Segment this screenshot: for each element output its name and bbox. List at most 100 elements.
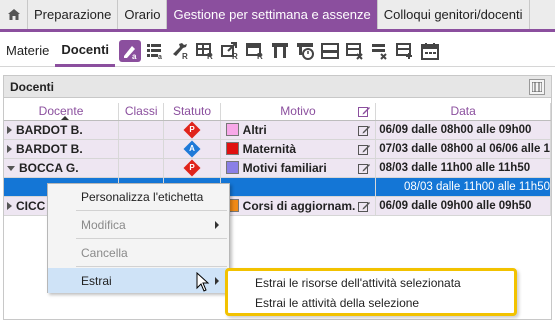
cell-data: 06/09 dalle 08h00 alle 09h00 bbox=[375, 120, 551, 140]
cell-motivo: Motivi familiari bbox=[220, 158, 377, 178]
menu-item-personalizza-etichetta[interactable]: Personalizza l'etichetta bbox=[48, 184, 229, 209]
calendar-icon bbox=[421, 42, 440, 60]
docente-name: BARDOT B. bbox=[16, 122, 83, 137]
cell-classi bbox=[118, 139, 165, 159]
table-plus-button[interactable] bbox=[394, 40, 416, 62]
list-icon: a bbox=[147, 43, 162, 60]
column-header-classi[interactable]: Classi bbox=[118, 103, 165, 121]
home-button[interactable] bbox=[0, 0, 28, 29]
edit-label-icon: a bbox=[124, 45, 137, 60]
status-diamond-icon: A bbox=[183, 140, 201, 157]
cell-docente: BARDOT B. bbox=[4, 120, 120, 140]
cell-data: 06/09 dalle 09h00 alle 09h50 bbox=[375, 196, 551, 216]
docente-name: BARDOT B. bbox=[16, 141, 83, 156]
menu-separator bbox=[76, 238, 227, 239]
collapse-arrow-icon[interactable] bbox=[7, 165, 15, 171]
grid-delete-icon bbox=[346, 42, 363, 60]
table-x-button[interactable] bbox=[369, 40, 391, 62]
sort-ascending-icon bbox=[61, 115, 70, 120]
top-navigation: Preparazione Orario Gestione per settima… bbox=[0, 0, 555, 32]
menu-item-cancella[interactable]: Cancella bbox=[48, 240, 229, 265]
table-row[interactable]: BARDOT B. P Altri 06/09 dalle 08h00 alle 09… bbox=[4, 120, 551, 140]
table-row[interactable]: BARDOT B. A Maternità 07/03 dalle 08h00 al … bbox=[4, 139, 551, 159]
table-plus-icon bbox=[396, 42, 413, 59]
home-icon bbox=[7, 9, 20, 20]
tab-materie[interactable]: Materie bbox=[0, 35, 55, 67]
table-r-icon: R bbox=[246, 42, 263, 60]
svg-text:a: a bbox=[132, 52, 137, 60]
table-x-icon bbox=[372, 43, 387, 60]
panel-options-button[interactable] bbox=[529, 79, 545, 95]
edit-label-button[interactable]: a bbox=[119, 39, 142, 62]
svg-text:R: R bbox=[182, 52, 188, 60]
menu-item-estrai-risorse[interactable]: Estrai le risorse dell'attività selezion… bbox=[228, 273, 514, 293]
motivo-color-swatch bbox=[225, 142, 239, 156]
grid-r-icon: R bbox=[196, 42, 213, 60]
columns-icon bbox=[532, 82, 542, 92]
column-header-data[interactable]: Data bbox=[375, 103, 551, 121]
export-r-button[interactable]: R bbox=[219, 40, 241, 62]
svg-text:R: R bbox=[232, 52, 238, 60]
mouse-cursor-icon bbox=[196, 272, 210, 292]
grid-r-button[interactable]: R bbox=[194, 40, 216, 62]
menu-separator bbox=[76, 210, 227, 211]
tab-docenti[interactable]: Docenti bbox=[55, 35, 116, 67]
menu-separator bbox=[76, 266, 227, 267]
column-filter-button[interactable] bbox=[269, 40, 291, 62]
expand-arrow-icon[interactable] bbox=[7, 145, 12, 154]
wrench-r-button[interactable]: R bbox=[169, 40, 191, 62]
expand-arrow-icon[interactable] bbox=[7, 126, 12, 135]
edit-icon[interactable] bbox=[358, 143, 371, 156]
motivo-label: Maternità bbox=[242, 141, 297, 156]
motivo-color-swatch bbox=[225, 123, 239, 137]
cell-motivo: Corsi di aggiornam. bbox=[220, 196, 377, 216]
tab-colloqui-genitori-docenti[interactable]: Colloqui genitori/docenti bbox=[378, 0, 530, 29]
split-row-button[interactable] bbox=[319, 40, 341, 62]
status-diamond-icon: P bbox=[183, 159, 201, 176]
motivo-label: Altri bbox=[242, 122, 267, 137]
tab-gestione-settimana-assenze[interactable]: Gestione per settimana e assenze bbox=[167, 0, 378, 29]
column-header-motivo[interactable]: Motivo bbox=[220, 103, 377, 121]
edit-icon[interactable] bbox=[358, 124, 371, 137]
edit-icon[interactable] bbox=[358, 105, 371, 118]
menu-item-estrai-label: Estrai bbox=[81, 273, 112, 288]
tab-orario[interactable]: Orario bbox=[118, 0, 168, 29]
column-filter-icon bbox=[272, 42, 289, 58]
split-row-icon bbox=[321, 42, 340, 59]
svg-text:R: R bbox=[207, 52, 213, 60]
sub-navigation: Materie Docenti a a R R R R bbox=[0, 35, 555, 67]
cell-data: 08/03 dalle 11h00 alle 11h50 bbox=[375, 177, 551, 197]
cell-docente: BOCCA G. bbox=[4, 158, 120, 178]
menu-item-estrai-attivita[interactable]: Estrai le attività della selezione bbox=[228, 293, 514, 313]
motivo-label: Motivi familiari bbox=[242, 160, 327, 175]
calendar-button[interactable] bbox=[419, 40, 441, 62]
edit-icon[interactable] bbox=[358, 200, 371, 213]
column-header-statuto[interactable]: Statuto bbox=[163, 103, 221, 121]
estrai-submenu: Estrai le risorse dell'attività selezion… bbox=[225, 268, 517, 316]
grid-delete-button[interactable] bbox=[344, 40, 366, 62]
svg-text:a: a bbox=[158, 54, 162, 60]
list-button[interactable]: a bbox=[144, 40, 166, 62]
submenu-arrow-icon bbox=[215, 221, 219, 229]
cell-data: 07/03 dalle 08h00 al 06/06 alle 1 bbox=[375, 139, 551, 159]
cell-motivo: Maternità bbox=[220, 139, 377, 159]
table-row[interactable]: BOCCA G. P Motivi familiari 08/03 dalle 11h… bbox=[4, 158, 551, 178]
column-header-docente[interactable]: Docente bbox=[4, 103, 120, 121]
edit-icon[interactable] bbox=[358, 162, 371, 175]
timer-icon bbox=[297, 42, 315, 60]
toolbar: a a R R R R bbox=[119, 39, 441, 62]
table-r-button[interactable]: R bbox=[244, 40, 266, 62]
menu-item-modifica-label: Modifica bbox=[81, 217, 126, 232]
submenu-arrow-icon bbox=[215, 277, 219, 285]
cell-statuto: P bbox=[163, 120, 221, 140]
expand-arrow-icon[interactable] bbox=[7, 202, 12, 211]
docente-name: BOCCA G. bbox=[19, 160, 79, 175]
menu-item-modifica[interactable]: Modifica bbox=[48, 212, 229, 237]
wrench-r-icon: R bbox=[173, 42, 188, 60]
timer-button[interactable] bbox=[294, 40, 316, 62]
table-header-row: Docente Classi Statuto Motivo Data bbox=[4, 103, 551, 121]
cell-classi bbox=[118, 120, 165, 140]
panel-title: Docenti bbox=[10, 79, 55, 94]
cell-statuto: P bbox=[163, 158, 221, 178]
tab-preparazione[interactable]: Preparazione bbox=[28, 0, 119, 29]
